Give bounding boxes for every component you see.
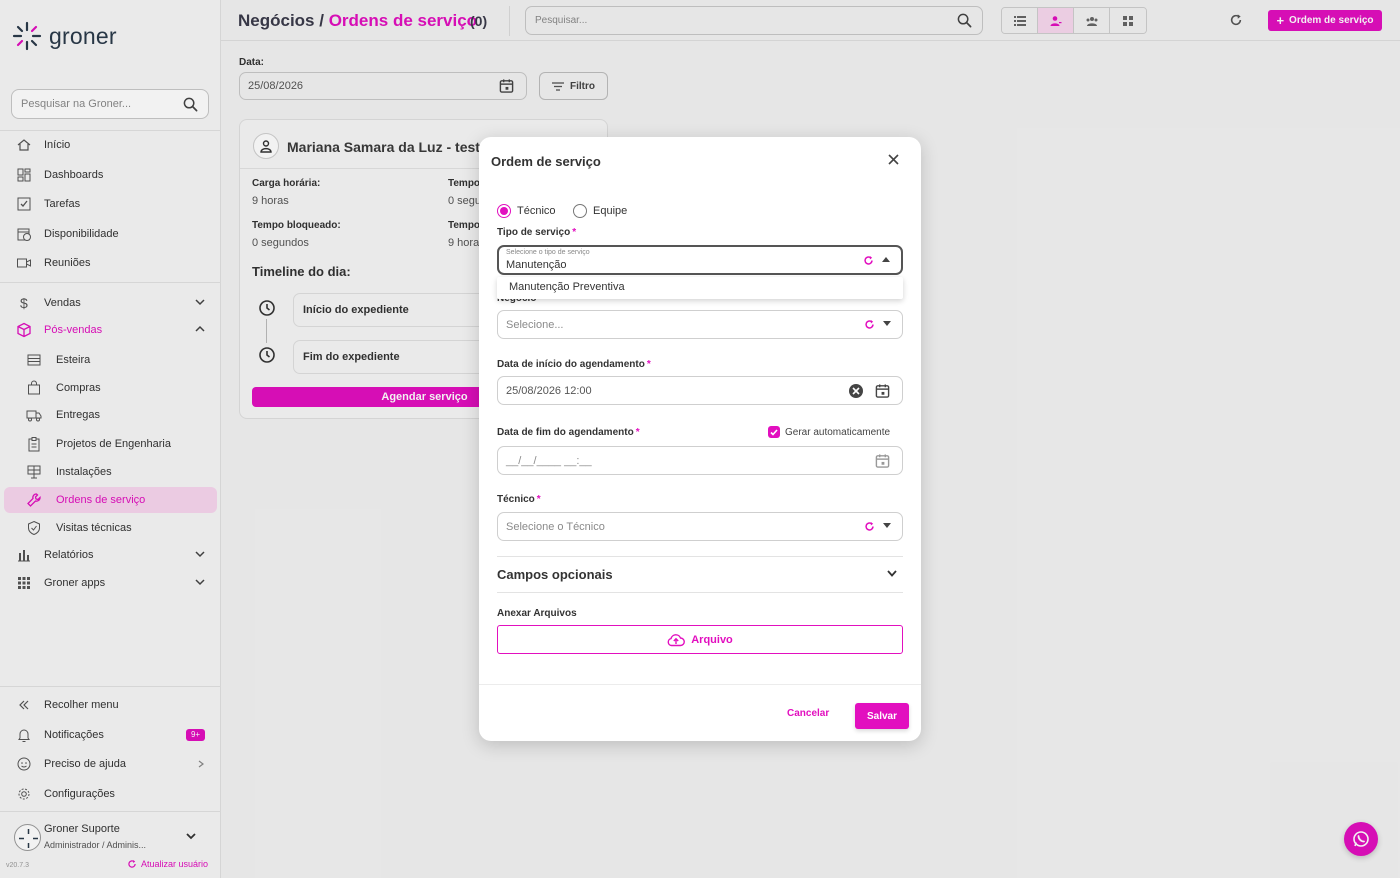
optional-fields-label: Campos opcionais [497,567,613,582]
technician-label: Técnico * [497,494,541,505]
caret-up-icon[interactable] [882,257,890,262]
caret-down-icon[interactable] [883,523,891,528]
radio-button-checked[interactable] [497,204,511,218]
cancel-button[interactable]: Cancelar [787,708,829,719]
radio-tecnico[interactable]: Técnico [497,204,556,218]
auto-generate-label: Gerar automaticamente [785,426,891,438]
refresh-icon[interactable] [864,319,875,330]
service-type-value: Manutenção [506,259,567,271]
end-date-label: Data de fim do agendamento * [497,427,640,438]
optional-fields-accordion[interactable]: Campos opcionais [497,565,903,585]
upload-file-label: Arquivo [691,633,733,646]
attach-files-label: Anexar Arquivos [497,608,577,619]
required-mark: * [646,359,651,370]
technician-label-text: Técnico [497,494,535,505]
section-divider [497,556,903,557]
radio-equipe-label: Equipe [593,205,628,217]
upload-file-button[interactable]: Arquivo [497,625,903,654]
service-order-dialog: Ordem de serviço Técnico Equipe Tipo de … [479,137,921,741]
business-placeholder: Selecione... [506,319,564,331]
service-type-label-text: Tipo de serviço [497,227,571,238]
close-icon[interactable] [888,154,899,165]
business-select[interactable]: Selecione... [497,310,903,339]
end-date-label-text: Data de fim do agendamento [497,427,634,438]
radio-tecnico-label: Técnico [517,205,556,217]
start-date-input[interactable]: 25/08/2026 12:00 [497,376,903,405]
clear-icon[interactable] [848,383,864,399]
save-button[interactable]: Salvar [855,703,909,729]
dropdown-option[interactable]: Manutenção Preventiva [509,281,625,293]
refresh-icon[interactable] [864,521,875,532]
calendar-icon[interactable] [875,383,890,399]
radio-equipe[interactable]: Equipe [573,204,627,218]
end-date-input[interactable]: __/__/____ __:__ [497,446,903,475]
end-date-placeholder: __/__/____ __:__ [506,455,592,467]
technician-select[interactable]: Selecione o Técnico [497,512,903,541]
radio-button[interactable] [573,204,587,218]
technician-placeholder: Selecione o Técnico [506,521,605,533]
calendar-icon[interactable] [875,453,890,469]
service-type-label: Tipo de serviço * [497,227,576,238]
section-divider [497,592,903,593]
dialog-title: Ordem de serviço [491,154,601,169]
footer-divider [479,684,921,685]
auto-generate-checkbox[interactable]: Gerar automaticamente [768,426,890,438]
caret-down-icon[interactable] [883,321,891,326]
checkbox-checked[interactable] [768,426,780,438]
check-icon [770,428,778,436]
start-date-value: 25/08/2026 12:00 [506,385,592,397]
chevron-down-icon [887,570,897,577]
service-type-float-label: Selecione o tipo de serviço [506,249,590,256]
required-mark: * [635,427,640,438]
service-type-dropdown: Manutenção Preventiva [497,277,903,299]
cloud-upload-icon [667,633,686,646]
required-mark: * [572,227,577,238]
refresh-icon[interactable] [863,255,874,266]
required-mark: * [536,494,541,505]
start-date-label: Data de início do agendamento * [497,359,651,370]
start-date-label-text: Data de início do agendamento [497,359,645,370]
service-type-select[interactable]: Selecione o tipo de serviço Manutenção [497,245,903,275]
